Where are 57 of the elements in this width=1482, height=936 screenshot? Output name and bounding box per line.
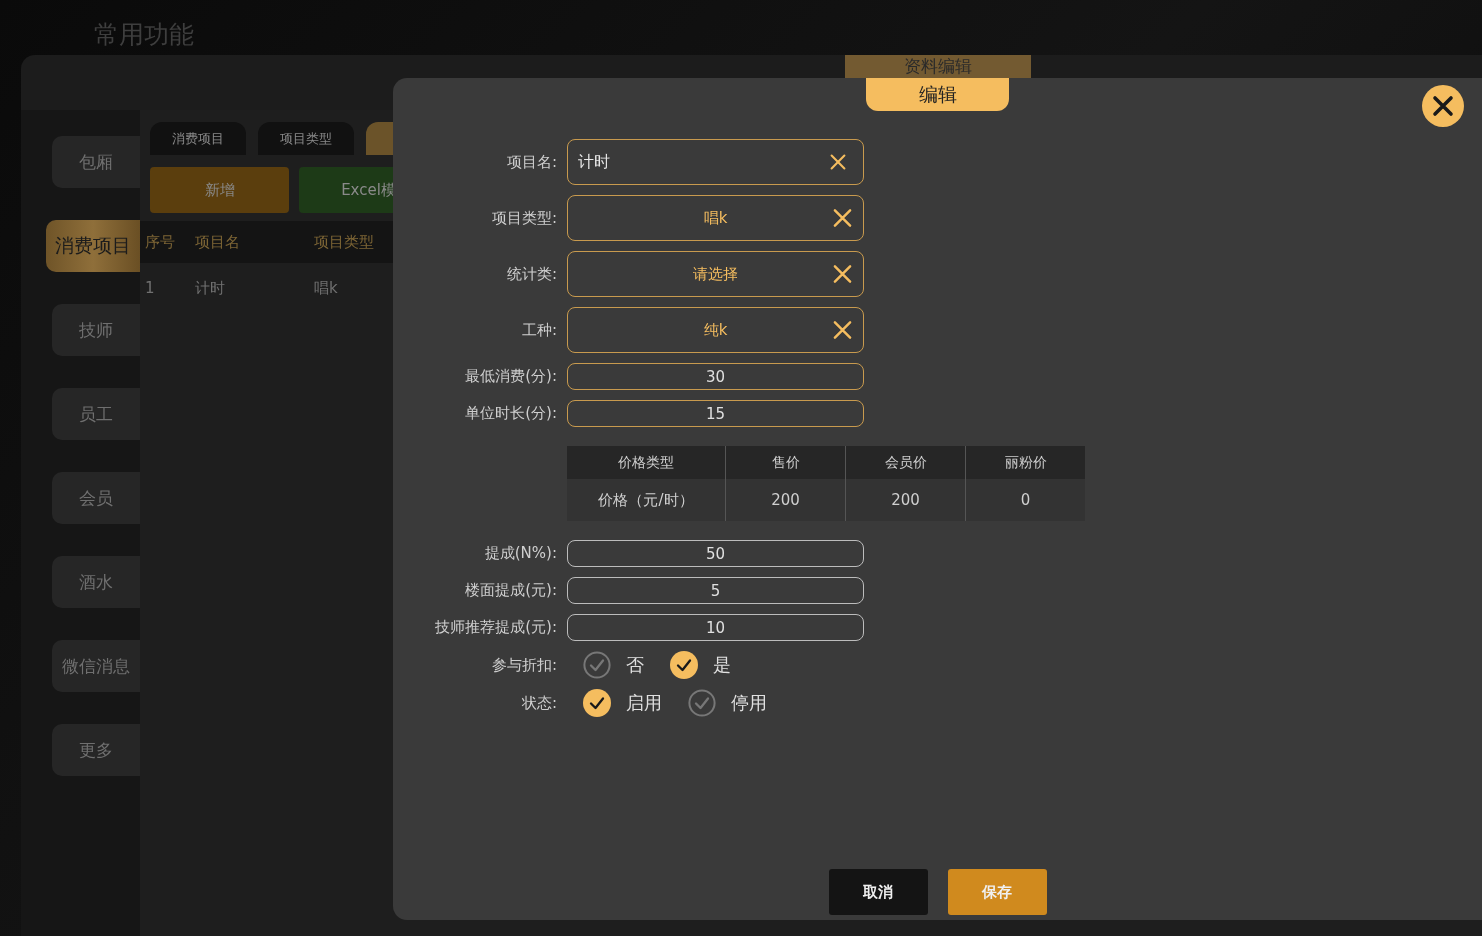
field-label: 最低消费(分): (464, 367, 557, 386)
column-header: 项目名 (195, 232, 241, 252)
field-label: 提成(N%): (483, 544, 557, 563)
sidebar-item[interactable]: 技师 (52, 304, 140, 356)
table-cell-text: 1 (144, 279, 156, 297)
column-header: 项目类型 (314, 232, 375, 252)
clear-icon[interactable] (830, 154, 846, 170)
select-field[interactable]: 纯k (567, 307, 864, 353)
sidebar-item[interactable]: 会员 (52, 472, 140, 524)
column-header: 序号 (144, 232, 176, 252)
tab[interactable]: 消费项目 (150, 122, 246, 155)
option-label: 是 (713, 653, 731, 677)
field-label: 单位时长(分): (464, 404, 557, 423)
input-field[interactable]: 15 (567, 400, 864, 427)
input-field[interactable]: 5 (567, 577, 864, 604)
cancel-button[interactable]: 取消 (828, 869, 928, 915)
close-button[interactable] (1422, 85, 1464, 127)
field-label: 技师推荐提成(元): (434, 618, 557, 637)
table-cell-text: 计时 (195, 278, 226, 298)
add-button[interactable]: 新增 (150, 167, 289, 213)
checked-radio-icon[interactable] (583, 689, 611, 717)
column-header: 价格类型 (617, 452, 675, 472)
unchecked-radio-icon[interactable] (688, 689, 716, 717)
sidebar-item[interactable]: 消费项目 (46, 220, 140, 272)
dialog-title: 编辑 (866, 78, 1009, 111)
field-label: 楼面提成(元): (464, 581, 557, 600)
clear-icon[interactable] (833, 264, 852, 284)
select-field[interactable]: 请选择 (567, 251, 864, 297)
sidebar-item[interactable]: 微信消息 (52, 640, 140, 692)
field-label: 工种: (520, 320, 557, 340)
field-label: 项目类型: (490, 208, 557, 228)
sidebar-item[interactable]: 更多 (52, 724, 140, 776)
tab[interactable]: 项目类型 (258, 122, 354, 155)
input-field[interactable]: 10 (567, 614, 864, 641)
checked-radio-icon[interactable] (670, 651, 698, 679)
field-label: 参与折扣: (490, 655, 557, 675)
table-cell-text: 唱k (314, 278, 339, 298)
input-field[interactable]: 计时 (567, 139, 864, 185)
table-cell: 200 (725, 479, 845, 521)
input-field[interactable]: 30 (567, 363, 864, 390)
table-cell: 0 (965, 479, 1085, 521)
option-label: 否 (626, 653, 644, 677)
field-label: 项目名: (505, 152, 557, 172)
option-label: 启用 (626, 691, 662, 715)
clear-icon[interactable] (833, 320, 852, 340)
unchecked-radio-icon[interactable] (583, 651, 611, 679)
select-field[interactable]: 唱k (567, 195, 864, 241)
clear-icon[interactable] (833, 208, 852, 228)
table-cell: 200 (845, 479, 965, 521)
option-label: 停用 (731, 691, 767, 715)
field-label: 统计类: (505, 264, 557, 284)
field-label: 状态: (520, 693, 557, 713)
sidebar-item[interactable]: 包厢 (52, 136, 140, 188)
sidebar-item[interactable]: 酒水 (52, 556, 140, 608)
input-field[interactable]: 50 (567, 540, 864, 567)
table-cell-text: 价格（元/时） (597, 489, 695, 511)
sidebar-item[interactable]: 员工 (52, 388, 140, 440)
